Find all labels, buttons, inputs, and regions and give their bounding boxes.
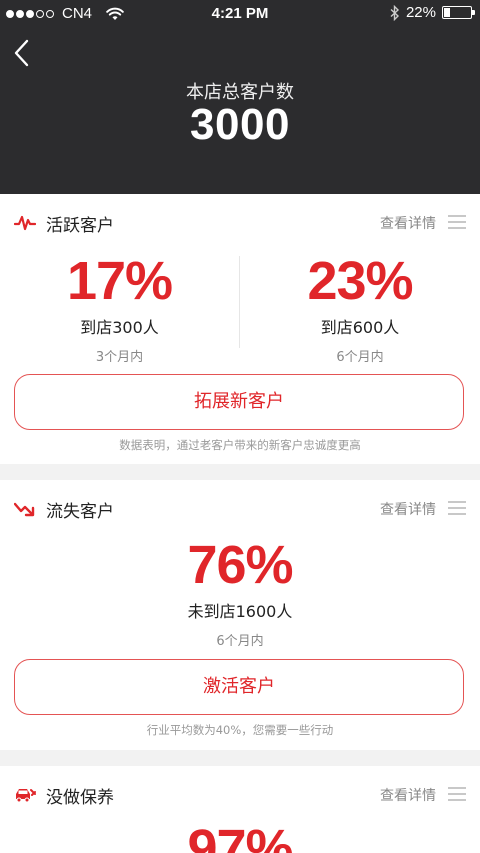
stat-percent: 97% — [187, 819, 293, 853]
stat-lost: 76% 未到店1600人 6个月内 — [0, 538, 480, 649]
stat-visits: 未到店1600人 — [187, 602, 293, 621]
back-arrow-icon[interactable] — [10, 38, 36, 68]
stat-period: 3个月内 — [95, 350, 144, 365]
card-title: 没做保养 — [46, 788, 114, 808]
card-note: 数据表明，通过老客户带来的新客户忠诚度更高 — [119, 438, 361, 452]
battery-percent: 22% — [405, 4, 436, 21]
stat-period: 6个月内 — [336, 350, 384, 365]
expand-customers-button[interactable]: 拓展新客户 — [14, 374, 464, 430]
total-customer-count: 3000 — [190, 100, 290, 149]
status-bar: CN4 4:21 PM 22% — [0, 0, 480, 28]
lost-customers-card: 流失客户 查看详情 76% 未到店1600人 6个月内 激活客户 行业平均数为4… — [0, 480, 480, 750]
no-maintenance-card: 没做保养 查看详情 97% — [0, 766, 480, 853]
view-details-link[interactable]: 查看详情 — [380, 499, 436, 519]
stat-percent: 23% — [307, 251, 413, 311]
view-details-link[interactable]: 查看详情 — [380, 213, 436, 233]
card-note: 行业平均数为40%，您需要一些行动 — [146, 723, 334, 737]
stat-no-maintenance: 97% — [0, 822, 480, 853]
stat-percent: 76% — [187, 535, 293, 595]
active-customers-card: 活跃客户 查看详情 17% 到店300人 3个月内 23% 到店600人 6个月… — [0, 194, 480, 464]
pulse-icon — [14, 215, 36, 231]
bluetooth-icon — [390, 4, 399, 21]
menu-icon[interactable] — [448, 215, 466, 229]
stat-6-months: 23% 到店600人 6个月内 — [240, 254, 480, 365]
stat-visits: 到店300人 — [80, 318, 159, 337]
menu-icon[interactable] — [448, 787, 466, 801]
trend-down-icon — [14, 502, 35, 517]
menu-icon[interactable] — [448, 501, 466, 515]
battery-icon — [442, 6, 475, 19]
stat-percent: 17% — [66, 251, 173, 311]
car-repair-icon — [16, 789, 36, 803]
card-title: 流失客户 — [46, 502, 114, 522]
summary-header: CN4 4:21 PM 22% 本店总客户数 3000 — [0, 0, 480, 194]
stat-period: 6个月内 — [216, 634, 264, 649]
stat-visits: 到店600人 — [320, 318, 400, 337]
stat-3-months: 17% 到店300人 3个月内 — [0, 254, 239, 365]
view-details-link[interactable]: 查看详情 — [380, 785, 436, 805]
card-title: 活跃客户 — [46, 216, 114, 236]
activate-customers-button[interactable]: 激活客户 — [14, 659, 464, 715]
